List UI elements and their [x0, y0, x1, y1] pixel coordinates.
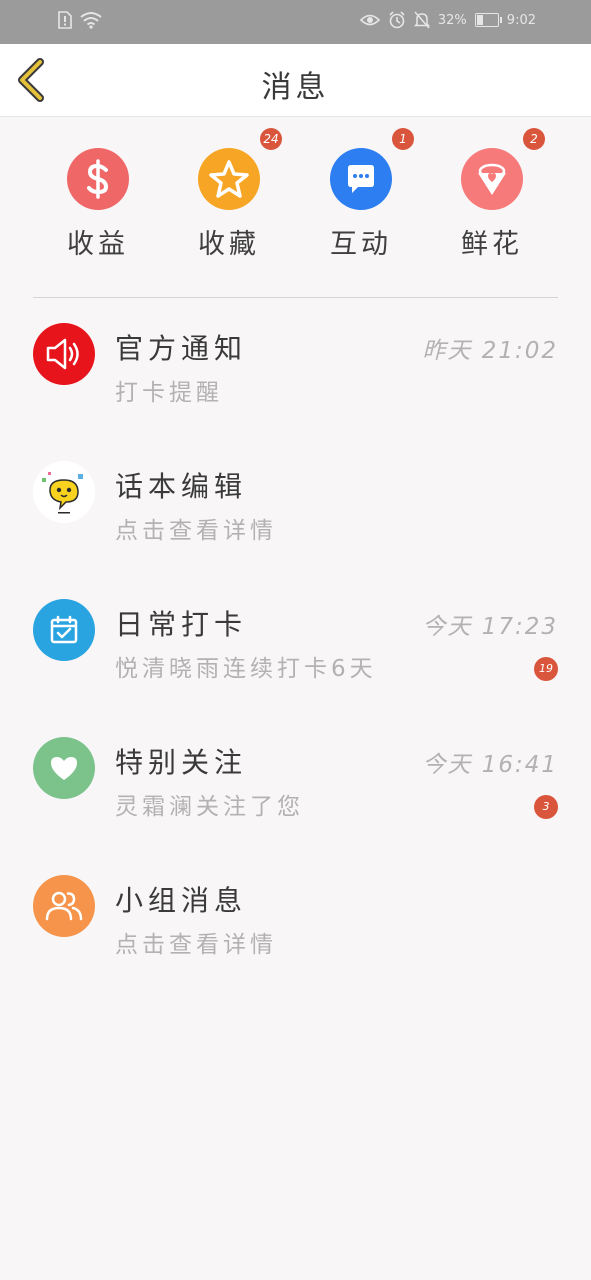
message-title: 特别关注: [115, 746, 248, 779]
message-subtitle: 打卡提醒: [115, 380, 223, 406]
quick-action-label: 收藏: [198, 229, 260, 260]
quick-action-flowers[interactable]: 2 鲜花: [442, 128, 545, 261]
dollar-icon: [67, 148, 129, 210]
status-bar: 32% 9:02: [0, 0, 591, 44]
message-time: 今天 16:41: [422, 752, 558, 778]
status-time: 9:02: [506, 12, 536, 28]
message-official-notice[interactable]: 官方通知 打卡提醒 昨天 21:02: [0, 323, 591, 461]
emoji-chat-icon: [33, 461, 95, 523]
status-right: 32% 9:02: [359, 11, 536, 29]
chat-bubble-icon: 1: [330, 128, 414, 210]
star-icon: 24: [198, 128, 282, 210]
unread-badge: 19: [534, 657, 558, 681]
battery-percent: 32%: [437, 12, 467, 28]
group-users-icon: [33, 875, 95, 937]
bell-muted-icon: [413, 11, 430, 29]
message-group[interactable]: 小组消息 点击查看详情: [0, 875, 591, 1013]
message-time: 今天 17:23: [422, 614, 558, 640]
message-title: 话本编辑: [115, 470, 248, 503]
calendar-check-icon: [33, 599, 95, 661]
flower-bouquet-icon: 2: [461, 128, 545, 210]
interactions-badge: 1: [392, 128, 414, 150]
page-title: 消息: [261, 70, 330, 105]
status-left: [58, 11, 102, 29]
message-subtitle: 点击查看详情: [115, 932, 277, 958]
message-subtitle: 悦清晓雨连续打卡6天: [115, 656, 377, 682]
message-title: 官方通知: [115, 332, 248, 365]
quick-action-label: 鲜花: [461, 229, 523, 260]
header: 消息: [0, 44, 591, 117]
unread-badge: 3: [534, 795, 558, 819]
sim-alert-icon: [58, 11, 72, 29]
message-subtitle: 灵霜澜关注了您: [115, 794, 304, 820]
message-story-editor[interactable]: 话本编辑 点击查看详情: [0, 461, 591, 599]
quick-action-label: 互动: [330, 229, 392, 260]
speaker-icon: [33, 323, 95, 385]
message-daily-checkin[interactable]: 日常打卡 悦清晓雨连续打卡6天 今天 17:23 19: [0, 599, 591, 737]
favorites-badge: 24: [260, 128, 282, 150]
quick-actions: 收益 24 收藏 1 互动 2 鲜花: [0, 116, 591, 296]
message-special-follow[interactable]: 特别关注 灵霜澜关注了您 今天 16:41 3: [0, 737, 591, 875]
divider: [33, 297, 558, 298]
flowers-badge: 2: [523, 128, 545, 150]
quick-action-label: 收益: [67, 229, 129, 260]
eye-icon: [359, 14, 380, 26]
quick-action-favorites[interactable]: 24 收藏: [179, 128, 282, 261]
message-time: 昨天 21:02: [422, 338, 558, 364]
wifi-icon: [80, 12, 102, 29]
battery-icon: [474, 13, 502, 27]
quick-action-interactions[interactable]: 1 互动: [311, 128, 414, 261]
quick-action-earnings[interactable]: 收益: [48, 148, 148, 261]
alarm-icon: [389, 11, 405, 29]
message-title: 日常打卡: [115, 608, 248, 641]
message-title: 小组消息: [115, 884, 248, 917]
message-subtitle: 点击查看详情: [115, 518, 277, 544]
heart-icon: [33, 737, 95, 799]
